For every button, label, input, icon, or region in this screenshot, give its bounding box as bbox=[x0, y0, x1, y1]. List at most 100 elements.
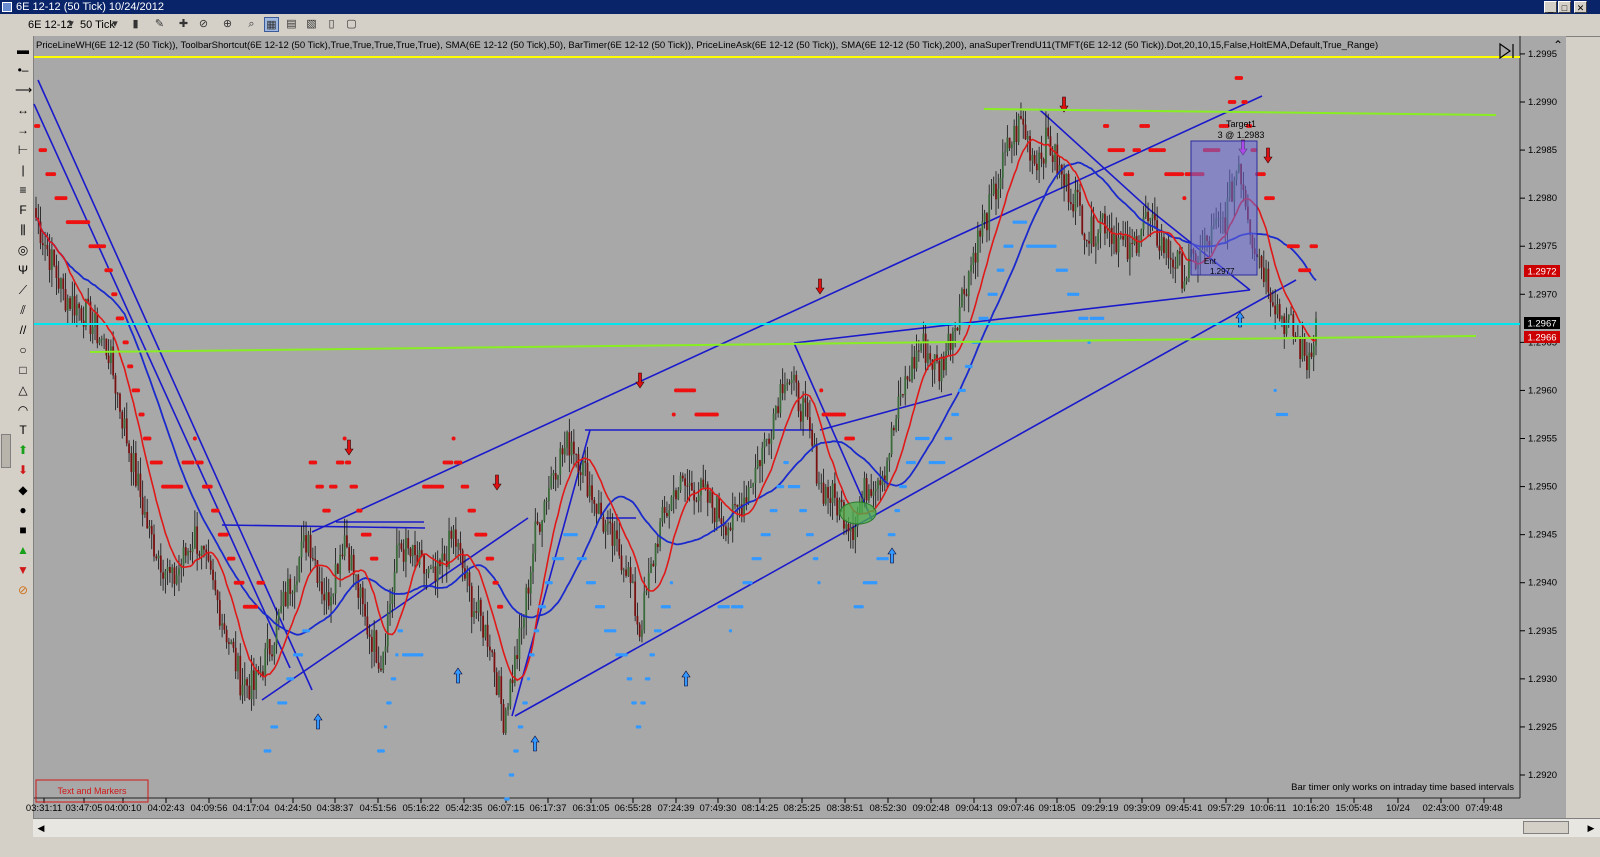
candle-body bbox=[171, 567, 174, 573]
candle-body bbox=[997, 188, 1000, 200]
candle-body bbox=[457, 543, 460, 547]
candle-body bbox=[725, 526, 727, 536]
supertrend-dot bbox=[628, 677, 633, 681]
candle-body bbox=[706, 484, 709, 503]
candle-body bbox=[1088, 240, 1090, 244]
candle-body bbox=[870, 489, 873, 496]
candle-body bbox=[1301, 338, 1304, 360]
candle-body bbox=[656, 543, 659, 548]
candle-body bbox=[951, 331, 954, 350]
y-tick-label: 1.2970 bbox=[1528, 289, 1557, 300]
y-tick-label: 1.2940 bbox=[1528, 578, 1557, 589]
scroll-thumb[interactable] bbox=[1523, 821, 1569, 834]
supertrend-dot bbox=[549, 581, 553, 585]
candle-body bbox=[1315, 318, 1317, 346]
candle-body bbox=[761, 447, 764, 467]
candle-body bbox=[999, 177, 1002, 189]
candle-body bbox=[570, 441, 573, 456]
candle-body bbox=[370, 636, 373, 652]
candle-body bbox=[325, 592, 328, 601]
candle-body bbox=[477, 599, 480, 613]
chevron-up-icon[interactable]: ⌃ bbox=[1553, 38, 1563, 52]
scroll-left-icon[interactable]: ◀ bbox=[35, 821, 47, 835]
candle-body bbox=[1042, 158, 1045, 164]
candle-body bbox=[538, 523, 541, 532]
candle-body bbox=[405, 538, 407, 562]
candle-body bbox=[500, 676, 503, 705]
y-tick-label: 1.2990 bbox=[1528, 97, 1557, 108]
candle-body bbox=[80, 308, 83, 321]
candle-body bbox=[736, 504, 739, 507]
supertrend-dot bbox=[651, 653, 656, 657]
supertrend-dot bbox=[192, 436, 197, 441]
candle-body bbox=[1183, 281, 1186, 289]
candle-body bbox=[389, 603, 391, 613]
scroll-right-icon[interactable]: ▶ bbox=[1585, 821, 1597, 835]
trade-box bbox=[1190, 140, 1258, 276]
candle-body bbox=[429, 568, 432, 570]
candle-body bbox=[409, 548, 412, 557]
price-chart[interactable]: PriceLineWH(6E 12-12 (50 Tick)), Toolbar… bbox=[0, 0, 1600, 818]
candle-body bbox=[450, 530, 453, 539]
candle-body bbox=[178, 568, 180, 576]
candle-body bbox=[799, 411, 802, 422]
candle-body bbox=[64, 288, 67, 311]
candle-body bbox=[974, 252, 977, 263]
candle-body bbox=[364, 604, 366, 617]
candle-body bbox=[908, 379, 911, 381]
supertrend-dot bbox=[260, 580, 265, 585]
supertrend-dot bbox=[740, 605, 744, 609]
candle-body bbox=[1160, 237, 1163, 251]
candle-body bbox=[393, 571, 396, 592]
candle-body bbox=[899, 394, 902, 397]
candle-body bbox=[690, 482, 693, 491]
candle-body bbox=[847, 523, 850, 532]
candle-body bbox=[516, 655, 519, 659]
supertrend-dot bbox=[874, 581, 878, 585]
candle-body bbox=[906, 376, 909, 380]
candle-body bbox=[541, 520, 543, 532]
candle-body bbox=[228, 642, 230, 644]
bar-timer-message: Bar timer only works on intraday time ba… bbox=[1291, 782, 1514, 793]
supertrend-dot bbox=[190, 460, 195, 465]
x-tick-label: 09:04:13 bbox=[956, 803, 993, 814]
x-tick-label: 09:45:41 bbox=[1166, 803, 1203, 814]
candle-body bbox=[1099, 218, 1102, 233]
candle-body bbox=[711, 491, 714, 508]
supertrend-dot bbox=[758, 556, 762, 561]
candle-body bbox=[872, 491, 875, 496]
candle-body bbox=[289, 578, 292, 594]
supertrend-dot bbox=[1307, 268, 1312, 273]
candle-body bbox=[622, 569, 625, 571]
candle-body bbox=[341, 554, 344, 557]
candle-body bbox=[625, 569, 627, 576]
supertrend-dot bbox=[140, 412, 145, 417]
candle-body bbox=[103, 338, 105, 340]
x-tick-label: 09:18:05 bbox=[1039, 803, 1076, 814]
candle-body bbox=[427, 568, 430, 574]
x-tick-label: 06:55:28 bbox=[615, 803, 652, 814]
candle-body bbox=[958, 306, 961, 331]
supertrend-dot bbox=[624, 653, 628, 657]
horizontal-scrollbar[interactable]: ◀ ▶ bbox=[33, 818, 1600, 837]
sma-price-label: 1.2972 bbox=[1527, 267, 1556, 278]
candle-body bbox=[166, 567, 169, 572]
candle-body bbox=[734, 504, 736, 506]
candle-body bbox=[1040, 152, 1043, 159]
supertrend-dot bbox=[601, 605, 606, 609]
supertrend-dot bbox=[483, 532, 488, 537]
candle-body bbox=[831, 483, 834, 503]
candle-body bbox=[616, 530, 618, 539]
supertrend-dot bbox=[714, 412, 719, 417]
candle-body bbox=[811, 430, 814, 446]
candle-body bbox=[1176, 251, 1179, 269]
candle-body bbox=[886, 460, 888, 481]
target-detail: 3 @ 1.2983 bbox=[1218, 130, 1265, 140]
candle-body bbox=[300, 541, 303, 558]
candle-body bbox=[318, 581, 321, 583]
candle-body bbox=[795, 374, 798, 383]
x-tick-label: 03:47:05 bbox=[66, 803, 103, 814]
candle-body bbox=[50, 249, 53, 271]
candle-body bbox=[763, 439, 766, 448]
supertrend-dot bbox=[531, 653, 535, 657]
